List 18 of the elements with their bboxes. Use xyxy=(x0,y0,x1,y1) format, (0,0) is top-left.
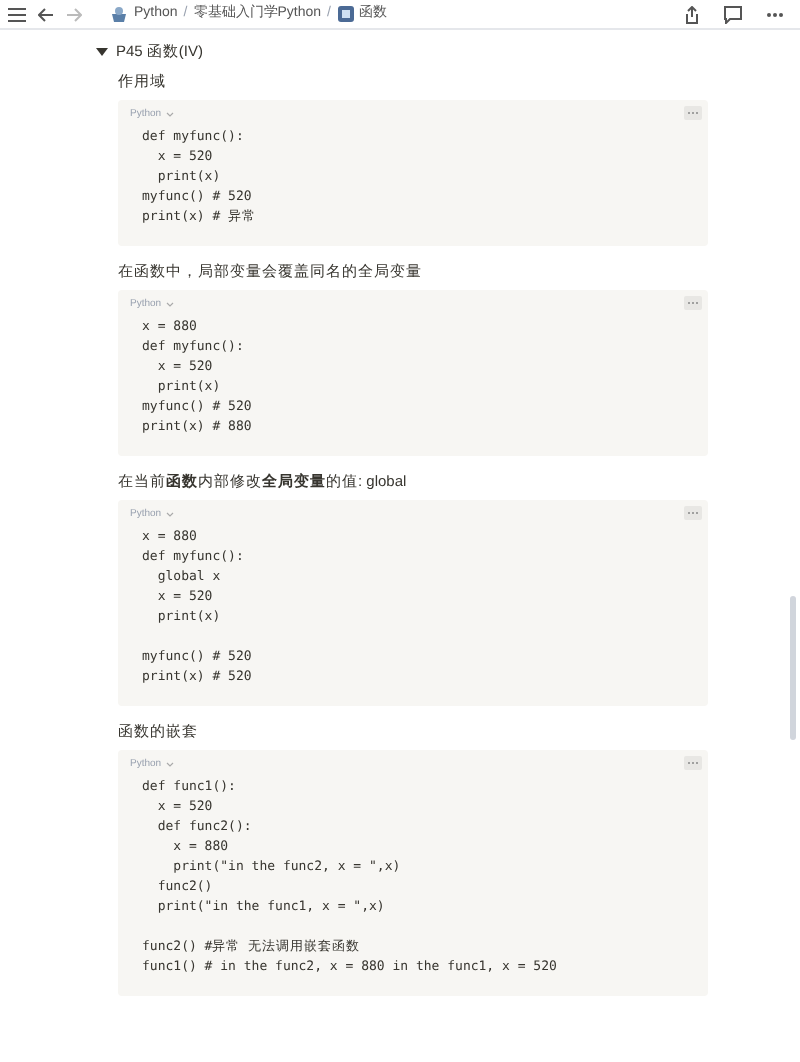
page-icon xyxy=(110,6,128,22)
caret-icon[interactable] xyxy=(165,301,174,308)
more-button[interactable] xyxy=(684,756,702,771)
more-button[interactable] xyxy=(684,296,702,311)
more-button[interactable] xyxy=(684,506,702,521)
caret-icon[interactable] xyxy=(165,111,174,118)
page-icon xyxy=(337,6,353,22)
forward-icon[interactable] xyxy=(66,7,82,21)
toggle-icon[interactable] xyxy=(96,45,108,58)
caret-icon[interactable] xyxy=(165,761,174,768)
menu-icon[interactable] xyxy=(8,7,26,21)
more-button[interactable] xyxy=(684,106,702,121)
more-icon[interactable] xyxy=(766,11,784,17)
back-icon[interactable] xyxy=(38,7,54,21)
share-icon[interactable] xyxy=(684,5,700,23)
caret-icon[interactable] xyxy=(165,511,174,518)
comment-icon[interactable] xyxy=(724,5,742,23)
scroll-bar xyxy=(790,596,796,740)
